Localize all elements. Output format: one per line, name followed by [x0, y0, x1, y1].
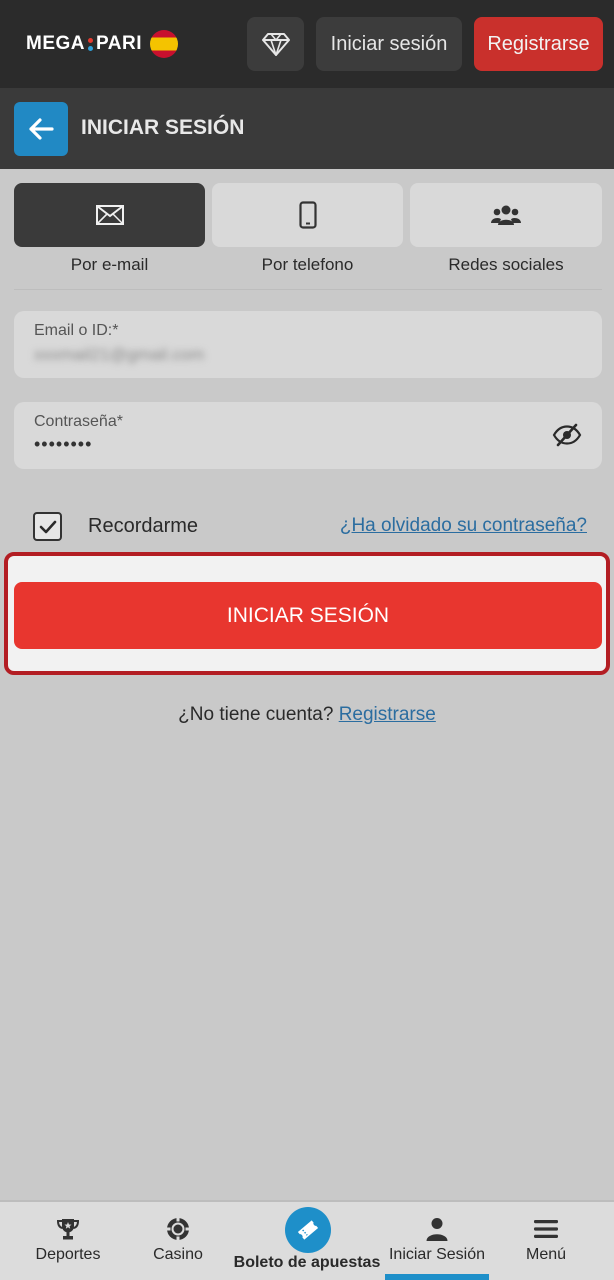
password-field[interactable]: Contraseña* ••••••••: [14, 402, 602, 469]
login-submit-button[interactable]: INICIAR SESIÓN: [14, 582, 602, 649]
tab-email-label[interactable]: Por e-mail: [14, 255, 205, 275]
password-field-label: Contraseña*: [34, 413, 123, 430]
no-account-text: ¿No tiene cuenta?: [178, 704, 339, 725]
nav-label-betslip: Boleto de apuestas: [233, 1254, 381, 1271]
ticket-icon: [297, 1220, 319, 1240]
email-field-value[interactable]: xxxmail21@gmail.com: [34, 345, 204, 365]
user-icon: [426, 1218, 448, 1241]
no-account-line: ¿No tiene cuenta? Registrarse: [0, 704, 614, 726]
vip-diamond-button[interactable]: [247, 17, 304, 71]
nav-active-indicator: [385, 1274, 489, 1280]
megapari-logo[interactable]: MEGA PARI: [26, 30, 178, 58]
nav-label-casino: Casino: [153, 1246, 203, 1263]
nav-item-casino[interactable]: Casino: [132, 1202, 224, 1280]
diamond-icon: [261, 33, 290, 56]
email-field-label: Email o ID:*: [34, 322, 119, 339]
arrow-left-icon: [29, 118, 54, 140]
remember-me-checkbox[interactable]: [33, 512, 62, 541]
header-register-button[interactable]: Registrarse: [474, 17, 603, 71]
email-field[interactable]: Email o ID:* xxxmail21@gmail.com: [14, 311, 602, 378]
remember-me-label[interactable]: Recordarme: [88, 515, 198, 538]
chip-icon: [166, 1217, 190, 1241]
toggle-password-visibility-button[interactable]: [552, 423, 582, 447]
betslip-circle-button[interactable]: [285, 1207, 331, 1253]
top-header: MEGA PARI Iniciar sesión Registrarse: [0, 0, 614, 88]
tab-social[interactable]: [410, 183, 602, 247]
spain-flag-icon[interactable]: [149, 30, 178, 58]
nav-label-sports: Deportes: [35, 1246, 101, 1263]
trophy-icon: [56, 1219, 80, 1240]
tab-phone-label[interactable]: Por telefono: [212, 255, 403, 275]
envelope-icon: [95, 205, 124, 225]
header-login-button[interactable]: Iniciar sesión: [316, 17, 462, 71]
page-title-bar: INICIAR SESIÓN: [0, 88, 614, 169]
tabs-divider: [14, 289, 602, 290]
tab-email[interactable]: [14, 183, 205, 247]
forgot-password-link[interactable]: ¿Ha olvidado su contraseña?: [340, 515, 587, 537]
logo-colon-icon: [88, 37, 93, 51]
hamburger-icon: [534, 1220, 558, 1238]
logo-text-right: PARI: [96, 33, 142, 54]
page-title: INICIAR SESIÓN: [81, 116, 245, 139]
checkmark-icon: [39, 520, 56, 533]
nav-label-menu: Menú: [525, 1246, 567, 1263]
tab-phone[interactable]: [212, 183, 403, 247]
nav-item-menu[interactable]: Menú: [500, 1202, 592, 1280]
eye-slash-icon: [552, 423, 582, 447]
back-button[interactable]: [14, 102, 68, 156]
logo-text-left: MEGA: [26, 33, 85, 54]
nav-label-login: Iniciar Sesión: [388, 1246, 486, 1263]
login-page: MEGA PARI Iniciar sesión Registrarse INI…: [0, 0, 614, 1280]
nav-item-login[interactable]: Iniciar Sesión: [385, 1202, 489, 1280]
password-field-value[interactable]: ••••••••: [34, 434, 92, 455]
users-icon: [491, 205, 521, 225]
register-link[interactable]: Registrarse: [339, 704, 436, 725]
phone-icon: [298, 201, 317, 229]
nav-item-sports[interactable]: Deportes: [22, 1202, 114, 1280]
tab-social-label[interactable]: Redes sociales: [410, 255, 602, 275]
